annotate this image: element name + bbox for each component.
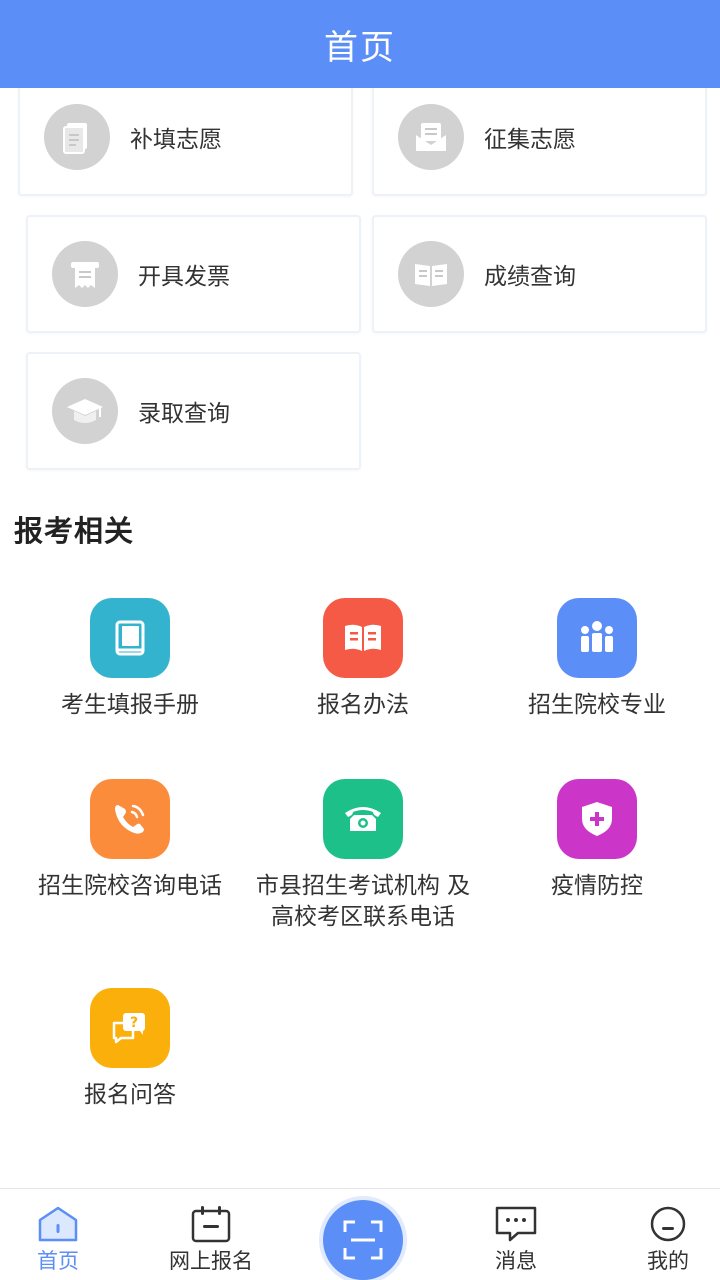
people-icon [557,598,637,678]
card-label: 开具发票 [138,264,230,290]
grid-item-epidemic-prevention[interactable]: 疫情防控 [477,779,717,902]
card-score-query[interactable]: 成绩查询 [372,215,707,333]
grid-label: 市县招生考试机构 及 高校考区联系电话 [255,873,471,930]
app-header: 首页 [0,0,720,88]
grid-item-registration-method[interactable]: 报名办法 [243,598,483,721]
card-collect-application[interactable]: 征集志愿 [372,78,707,196]
grid-item-school-phone[interactable]: 招生院校咨询电话 [10,779,250,902]
envelope-icon [398,104,464,170]
grid-item-registration-faq[interactable]: ? 报名问答 [10,988,250,1111]
grid-label: 报名问答 [84,1082,176,1108]
tab-label: 消息 [495,1249,537,1273]
grid-label: 考生填报手册 [61,692,199,718]
grid-label: 疫情防控 [551,873,643,899]
document-icon [44,104,110,170]
handbook-icon [90,598,170,678]
page-title: 首页 [324,27,396,68]
user-icon [646,1205,690,1243]
grid-label: 招生院校咨询电话 [38,873,222,899]
message-icon [494,1205,538,1243]
receipt-icon [52,241,118,307]
grid-label: 报名办法 [317,692,409,718]
tab-online-registration[interactable]: 网上报名 [141,1189,281,1280]
tab-label: 首页 [37,1249,79,1273]
phone-call-icon [90,779,170,859]
card-label: 征集志愿 [484,127,576,153]
scan-button[interactable] [323,1200,403,1280]
tab-home[interactable]: 首页 [0,1189,128,1280]
card-label: 补填志愿 [130,127,222,153]
grid-item-handbook[interactable]: 考生填报手册 [10,598,250,721]
tab-label: 我的 [647,1249,689,1273]
book-icon [323,598,403,678]
svg-text:?: ? [130,1015,138,1031]
card-label: 录取查询 [138,401,230,427]
shield-plus-icon [557,779,637,859]
calendar-icon [189,1205,233,1243]
home-icon [36,1205,80,1243]
scan-icon [343,1220,383,1260]
card-supplement-application[interactable]: 补填志愿 [18,78,353,196]
card-label: 成绩查询 [484,264,576,290]
grid-item-school-majors[interactable]: 招生院校专业 [477,598,717,721]
graduation-cap-icon [52,378,118,444]
card-issue-invoice[interactable]: 开具发票 [26,215,361,333]
question-chat-icon: ? [90,988,170,1068]
open-book-icon [398,241,464,307]
telephone-icon [323,779,403,859]
service-cards: 补填志愿 征集志愿 开具发票 成绩查询 录取查询 [0,78,720,488]
tab-label: 网上报名 [169,1249,253,1273]
card-admission-query[interactable]: 录取查询 [26,352,361,470]
tab-profile[interactable]: 我的 [598,1189,720,1280]
grid-item-exam-institutions[interactable]: 市县招生考试机构 及 高校考区联系电话 [243,779,483,933]
grid-label: 招生院校专业 [528,692,666,718]
tab-messages[interactable]: 消息 [446,1189,586,1280]
section-title: 报考相关 [14,514,135,548]
